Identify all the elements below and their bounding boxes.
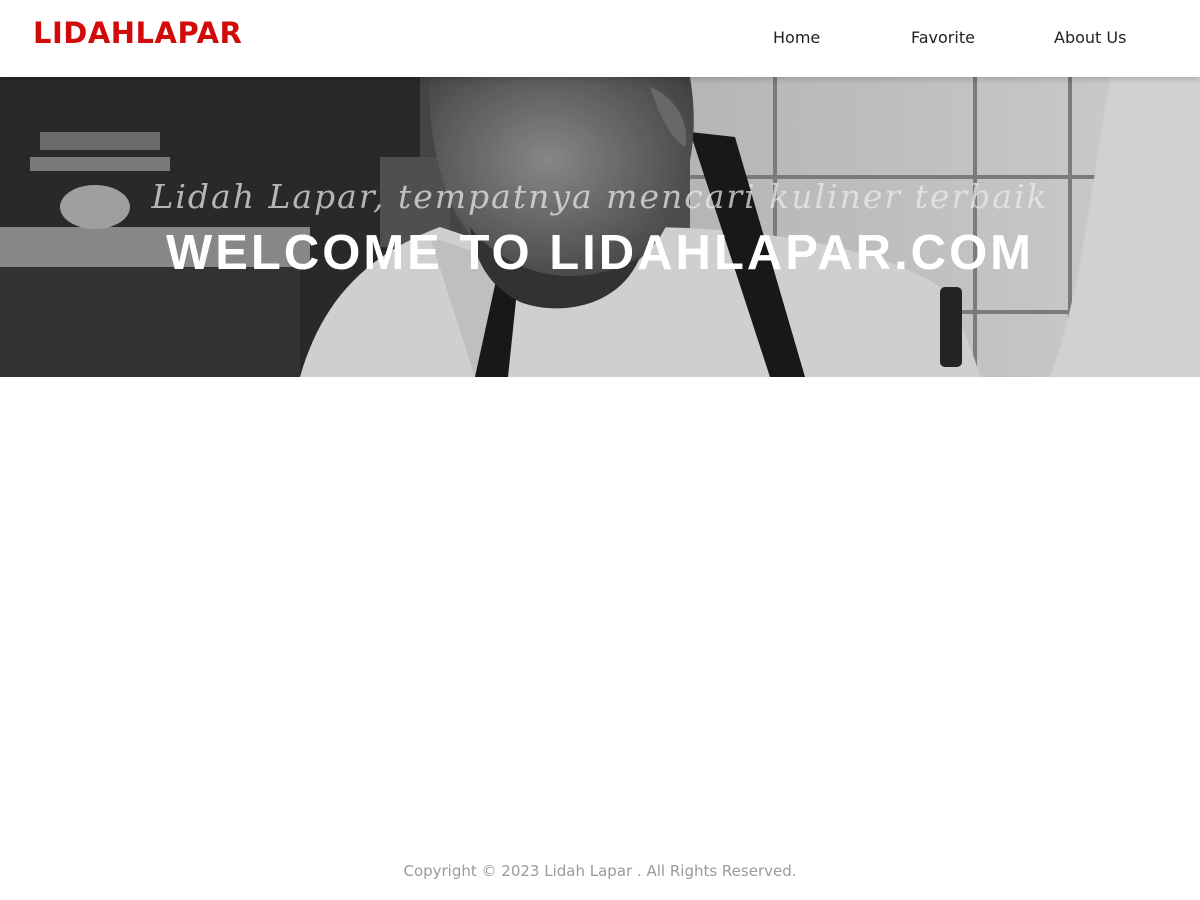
nav-item-favorite[interactable]: Favorite bbox=[911, 29, 975, 47]
nav-item-home[interactable]: Home bbox=[773, 29, 820, 47]
nav-item-about-us[interactable]: About Us bbox=[1054, 29, 1126, 47]
nav-menu: Home Favorite About Us bbox=[0, 29, 1200, 53]
hero-title: WELCOME TO LIDAHLAPAR.COM bbox=[165, 226, 1035, 280]
navbar: LIDAHLAPAR Home Favorite About Us bbox=[0, 0, 1200, 77]
hero-banner: Lidah Lapar, tempatnya mencari kuliner t… bbox=[0, 77, 1200, 377]
hero-tagline: Lidah Lapar, tempatnya mencari kuliner t… bbox=[151, 177, 1049, 216]
footer-copyright: Copyright © 2023 Lidah Lapar . All Right… bbox=[403, 862, 797, 880]
